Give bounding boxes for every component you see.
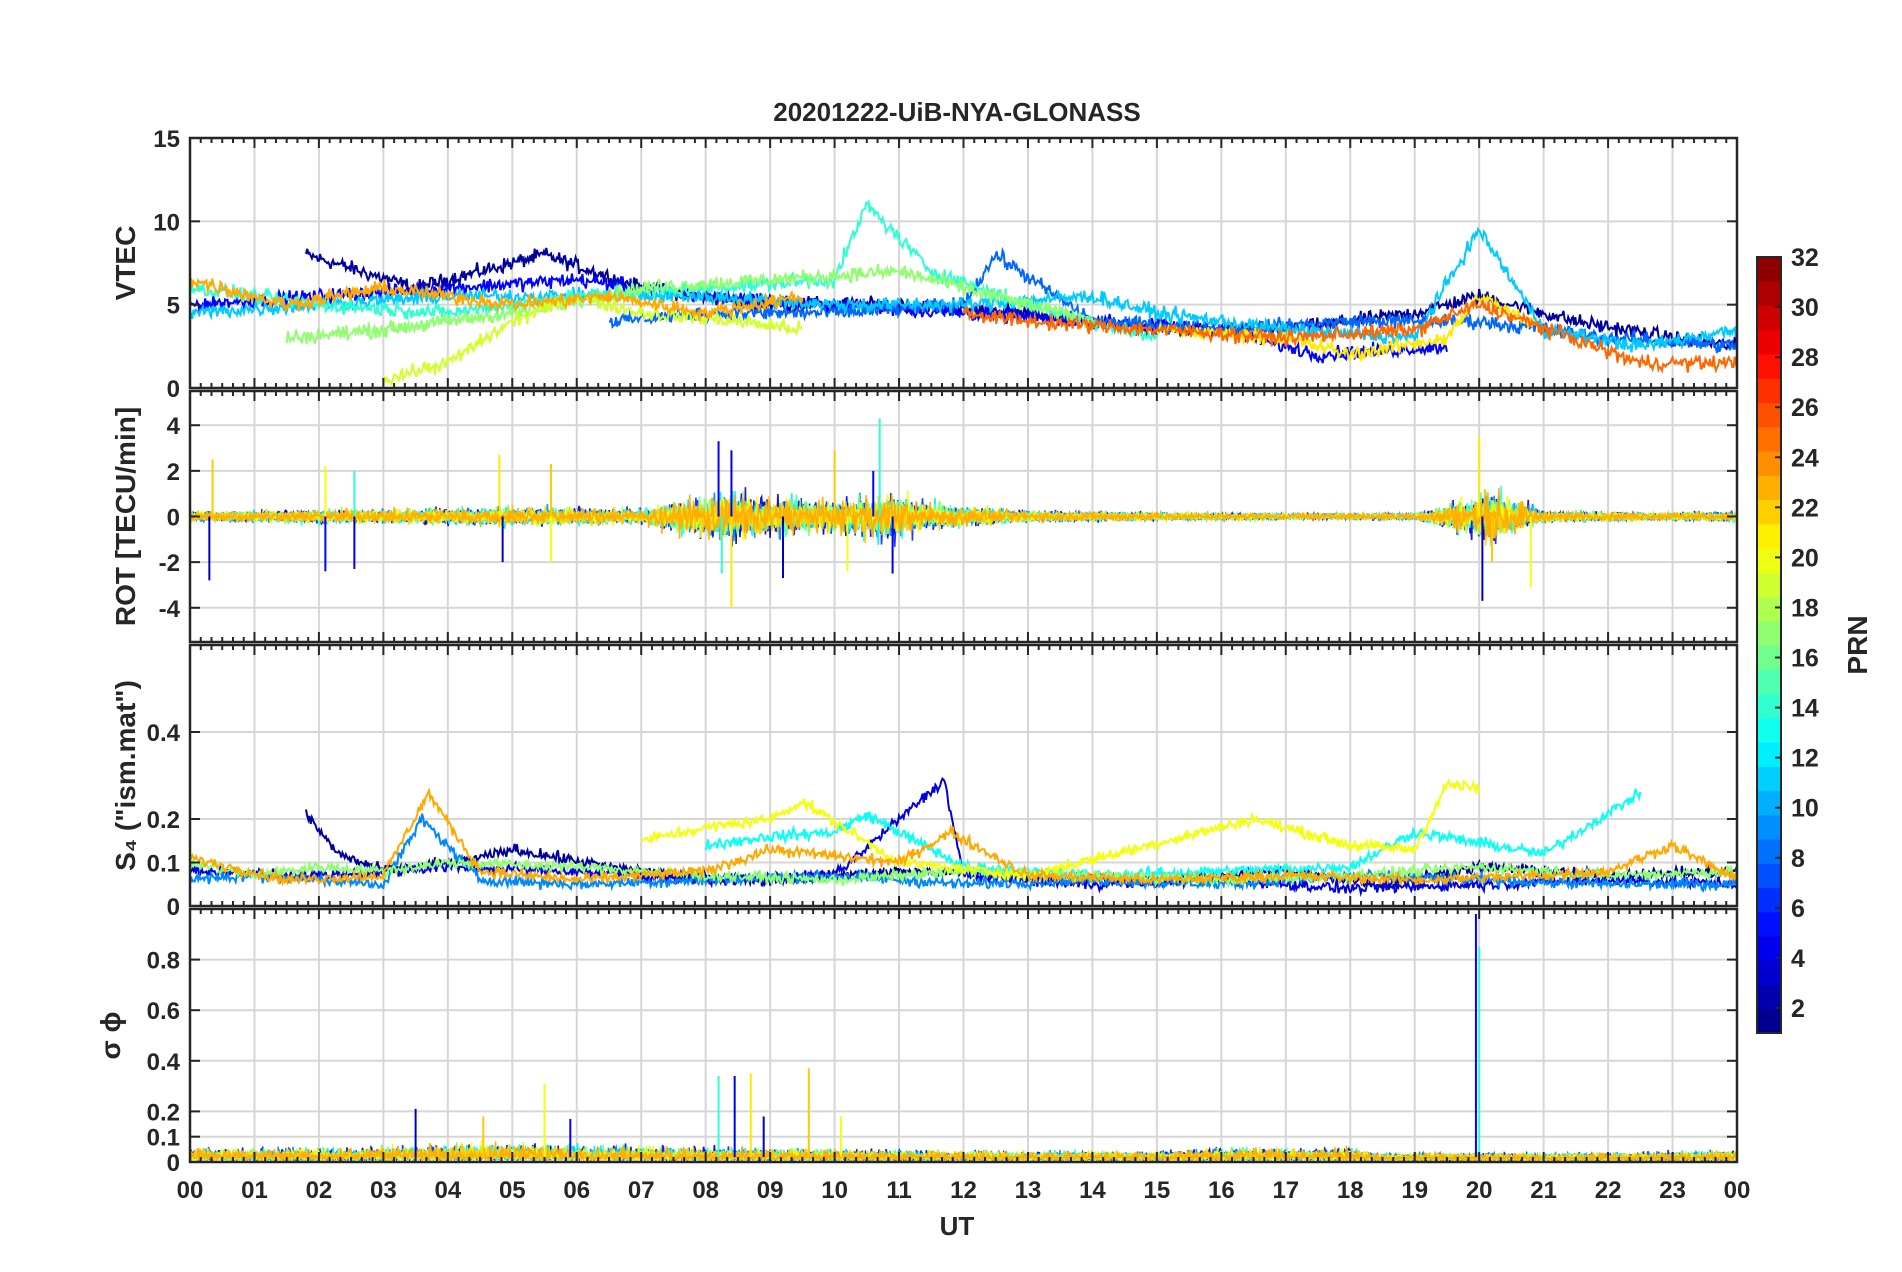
x-tick-label: 16 — [1208, 1177, 1235, 1204]
sigma_phi-y-tick-label: 0.6 — [147, 998, 180, 1025]
x-tick-label: 15 — [1144, 1177, 1171, 1204]
colorbar-label: PRN — [1842, 615, 1873, 674]
colorbar-band — [1757, 523, 1781, 549]
vtec-y-tick-label: 5 — [167, 293, 180, 320]
colorbar-band — [1757, 863, 1781, 889]
x-tick-label: 17 — [1272, 1177, 1299, 1204]
colorbar-tick-label: 30 — [1791, 294, 1819, 322]
vtec-y-tick-label: 15 — [153, 126, 180, 153]
colorbar-tick-label: 18 — [1791, 594, 1819, 622]
x-tick-label: 01 — [241, 1177, 268, 1204]
colorbar-band — [1757, 766, 1781, 792]
colorbar-band — [1757, 669, 1781, 695]
rot-y-axis-label: ROT [TECU/min] — [110, 407, 141, 626]
sigma_phi-y-tick-label: 0 — [167, 1150, 180, 1177]
rot-y-tick-label: -4 — [159, 596, 181, 623]
colorbar-band — [1757, 742, 1781, 767]
colorbar-band — [1757, 378, 1781, 404]
colorbar-tick-label: 22 — [1791, 494, 1819, 522]
x-tick-label: 02 — [306, 1177, 333, 1204]
x-axis-label: UT — [940, 1211, 975, 1241]
x-tick-label: 18 — [1337, 1177, 1364, 1204]
colorbar-tick-label: 20 — [1791, 544, 1819, 572]
colorbar-tick-label: 32 — [1791, 244, 1819, 272]
colorbar-band — [1757, 839, 1781, 864]
colorbar-tick-label: 24 — [1791, 444, 1819, 472]
colorbar-band — [1757, 548, 1781, 573]
colorbar-band — [1757, 790, 1781, 816]
x-tick-label: 06 — [563, 1177, 590, 1204]
colorbar-tick-label: 16 — [1791, 645, 1819, 673]
colorbar-band — [1757, 426, 1781, 452]
colorbar-tick-label: 14 — [1791, 695, 1819, 723]
colorbar-band — [1757, 475, 1781, 501]
colorbar-band — [1757, 984, 1781, 1010]
colorbar-tick-label: 12 — [1791, 745, 1819, 773]
s4-y-tick-label: 0.2 — [147, 807, 180, 834]
sigma_phi-y-axis-label: σ ϕ — [95, 1012, 126, 1060]
figure: 20201222-UiB-NYA-GLONASS 051015VTEC-4-20… — [0, 0, 1902, 1272]
colorbar-band — [1757, 960, 1781, 986]
s4-y-axis-label: S₄ ("ism.mat") — [110, 680, 141, 871]
x-tick-label: 09 — [757, 1177, 784, 1204]
s4-y-tick-label: 0 — [167, 894, 180, 921]
x-tick-label: 21 — [1530, 1177, 1557, 1204]
colorbar-band — [1757, 572, 1781, 598]
rot-y-tick-label: 2 — [167, 459, 180, 486]
x-tick-label: 14 — [1079, 1177, 1106, 1204]
x-tick-label: 00 — [177, 1177, 204, 1204]
colorbar-band — [1757, 693, 1781, 719]
colorbar-band — [1757, 329, 1781, 355]
x-tick-label: 00 — [1724, 1177, 1751, 1204]
rot-y-tick-label: -2 — [159, 550, 180, 577]
colorbar-band — [1757, 814, 1781, 840]
colorbar-tick-label: 26 — [1791, 394, 1819, 422]
colorbar-band — [1757, 451, 1781, 476]
vtec-y-tick-label: 0 — [167, 376, 180, 403]
chart-title: 20201222-UiB-NYA-GLONASS — [773, 97, 1141, 127]
sigma_phi-y-tick-label: 0.2 — [147, 1099, 180, 1126]
x-tick-label: 19 — [1401, 1177, 1428, 1204]
colorbar-tick-label: 8 — [1791, 845, 1805, 873]
sigma_phi-y-tick-label: 0.1 — [147, 1125, 180, 1152]
x-tick-label: 08 — [692, 1177, 719, 1204]
rot-y-tick-label: 4 — [167, 413, 181, 440]
colorbar-band — [1757, 911, 1781, 937]
colorbar-band — [1757, 620, 1781, 646]
colorbar-tick-label: 6 — [1791, 895, 1805, 923]
x-tick-label: 05 — [499, 1177, 526, 1204]
x-tick-label: 20 — [1466, 1177, 1493, 1204]
vtec-y-tick-label: 10 — [153, 209, 180, 236]
x-tick-label: 23 — [1659, 1177, 1686, 1204]
colorbar-band — [1757, 717, 1781, 743]
x-tick-label: 11 — [886, 1177, 911, 1204]
colorbar-tick-label: 4 — [1791, 945, 1805, 973]
x-tick-label: 03 — [370, 1177, 397, 1204]
sigma_phi-y-tick-label: 0.8 — [147, 948, 180, 975]
colorbar-band — [1757, 1008, 1781, 1034]
colorbar-band — [1757, 305, 1781, 331]
colorbar-band — [1757, 499, 1781, 525]
colorbar-tick-label: 28 — [1791, 344, 1819, 372]
s4-y-tick-label: 0.1 — [147, 851, 180, 878]
x-tick-label: 07 — [628, 1177, 655, 1204]
sigma_phi-y-tick-label: 0.4 — [147, 1049, 181, 1076]
x-tick-label: 12 — [950, 1177, 977, 1204]
x-tick-label: 04 — [434, 1177, 461, 1204]
colorbar-tick-label: 2 — [1791, 995, 1805, 1023]
colorbar-band — [1757, 596, 1781, 622]
colorbar-band — [1757, 257, 1781, 282]
colorbar-tick-label: 10 — [1791, 795, 1819, 823]
vtec-y-axis-label: VTEC — [110, 226, 141, 301]
x-tick-label: 13 — [1015, 1177, 1042, 1204]
rot-y-tick-label: 0 — [167, 505, 180, 532]
s4-y-tick-label: 0.4 — [147, 720, 181, 747]
colorbar-band — [1757, 281, 1781, 307]
x-tick-label: 10 — [821, 1177, 848, 1204]
x-tick-label: 22 — [1595, 1177, 1622, 1204]
